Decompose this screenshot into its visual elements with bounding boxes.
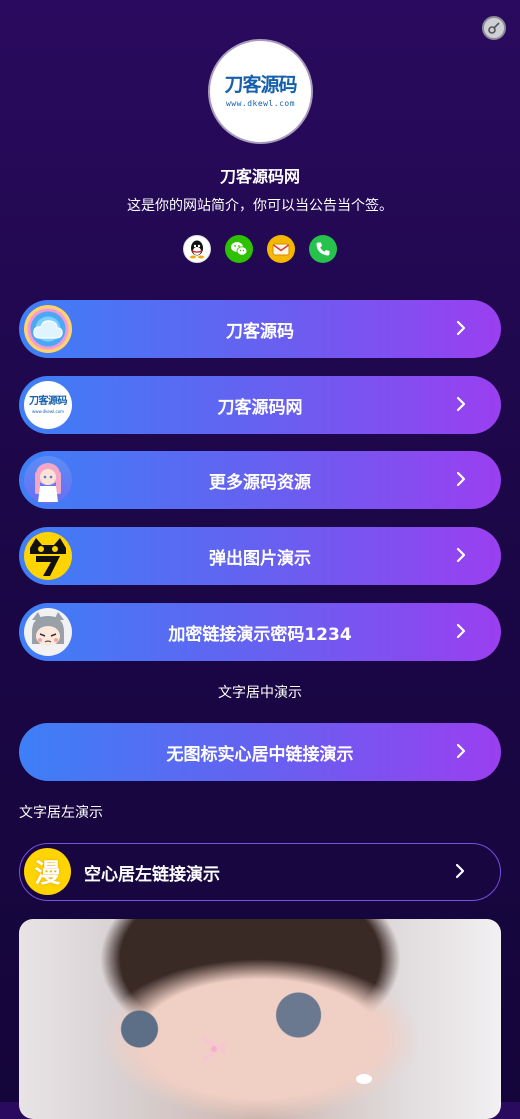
cloud-icon xyxy=(24,305,72,353)
cat-7-thumb-icon xyxy=(24,532,72,580)
link-label: 更多源码资源 xyxy=(209,472,311,493)
section-heading-left: 文字居左演示 xyxy=(19,805,103,821)
site-title: 刀客源码网 xyxy=(219,167,300,186)
anime-girl-thumb-icon xyxy=(24,456,72,504)
avatar-logo-text: 刀客源码 xyxy=(224,73,297,96)
chevron-right-icon xyxy=(456,320,466,336)
avatar-logo-url: www.dkewl.com xyxy=(225,98,296,108)
featured-photo[interactable] xyxy=(19,919,501,1119)
link-label: 弹出图片演示 xyxy=(209,548,311,569)
link-encrypted-demo[interactable]: 加密链接演示密码1234 xyxy=(19,603,501,661)
site-description: 这是你的网站简介，你可以当公告当个签。 xyxy=(127,198,393,214)
social-links xyxy=(0,235,520,263)
thumb-logo-text: 刀客源码 xyxy=(29,395,68,407)
chevron-right-icon xyxy=(456,471,466,487)
chevron-right-icon xyxy=(455,863,465,879)
phone-icon[interactable] xyxy=(309,235,337,263)
logo-thumb-icon: 刀客源码 www.dkewl.com xyxy=(24,381,72,429)
link-no-icon-center[interactable]: 无图标实心居中链接演示 xyxy=(19,723,501,781)
manga-icon-text: 漫 xyxy=(34,859,61,889)
wechat-icon[interactable] xyxy=(225,235,253,263)
site-avatar: 刀客源码 www.dkewl.com xyxy=(210,41,311,142)
theme-toggle-button[interactable] xyxy=(482,16,506,40)
link-label: 刀客源码网 xyxy=(217,397,303,418)
link-hollow-left[interactable]: 漫 空心居左链接演示 xyxy=(19,843,501,901)
manga-icon: 漫 xyxy=(24,848,71,895)
chevron-right-icon xyxy=(456,396,466,412)
chevron-right-icon xyxy=(456,743,466,759)
thumb-logo-url: www.dkewl.com xyxy=(31,408,65,414)
chevron-right-icon xyxy=(456,623,466,639)
link-label: 加密链接演示密码1234 xyxy=(168,624,352,645)
mail-icon[interactable] xyxy=(267,235,295,263)
section-heading-center: 文字居中演示 xyxy=(218,685,302,701)
link-label: 无图标实心居中链接演示 xyxy=(166,744,354,765)
qq-icon[interactable] xyxy=(183,235,211,263)
link-more-resources[interactable]: 更多源码资源 xyxy=(19,451,501,509)
link-label: 刀客源码 xyxy=(226,321,294,342)
link-daoke-source[interactable]: 刀客源码 xyxy=(19,300,501,358)
link-label: 空心居左链接演示 xyxy=(84,864,220,885)
chevron-right-icon xyxy=(456,547,466,563)
link-daoke-source-site[interactable]: 刀客源码 www.dkewl.com 刀客源码网 xyxy=(19,376,501,434)
photo-illustration xyxy=(202,1037,372,1084)
theme-toggle-icon xyxy=(488,22,500,34)
link-popup-image-demo[interactable]: 弹出图片演示 xyxy=(19,527,501,585)
anime-chibi-thumb-icon xyxy=(24,608,72,656)
